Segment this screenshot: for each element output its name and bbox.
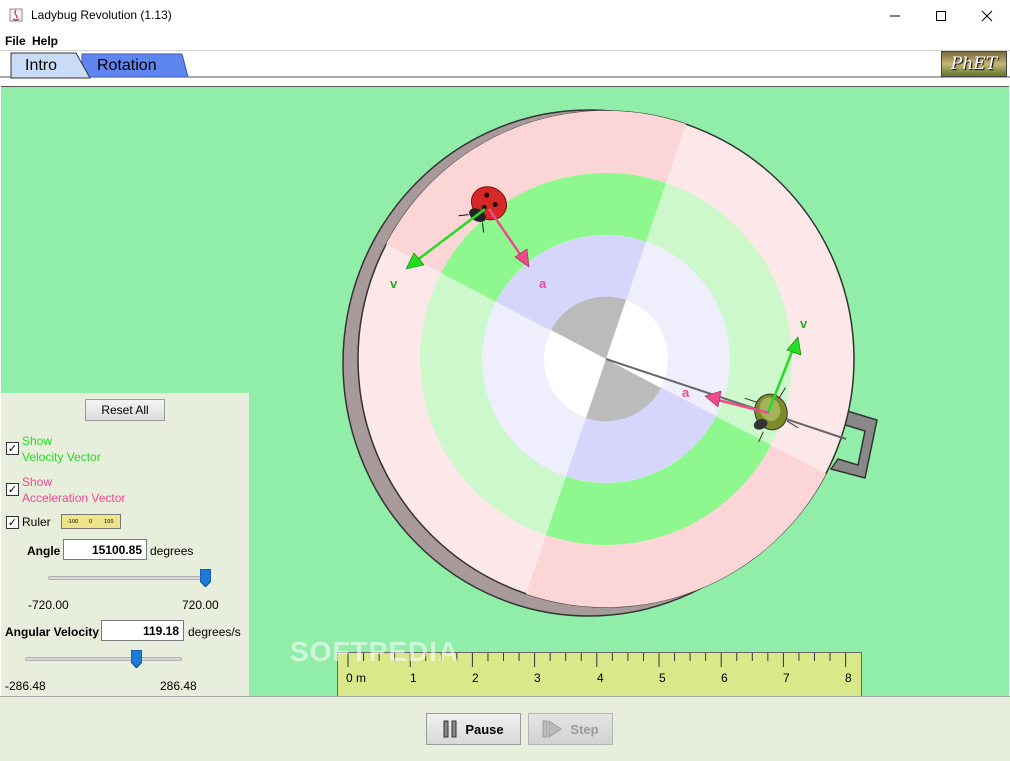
show-acceleration-label: Show Acceleration Vector <box>22 474 125 506</box>
angle-field[interactable]: 15100.85 <box>63 539 147 560</box>
ruler-icon-tick-2: 100 <box>104 519 114 525</box>
ruler-label-6: 6 <box>721 671 728 685</box>
step-label: Step <box>570 721 599 737</box>
ruler-icon-tick-0: -100 <box>67 519 79 525</box>
angular-velocity-field[interactable]: 119.18 <box>101 620 184 641</box>
playback-bar: Pause Step <box>0 696 1010 761</box>
ruler-label-1: 1 <box>410 671 417 685</box>
close-button[interactable] <box>964 0 1010 31</box>
minimize-icon <box>890 15 900 16</box>
menu-file[interactable]: File <box>5 34 26 48</box>
ruler-label-2: 2 <box>472 671 479 685</box>
pause-button[interactable]: Pause <box>426 713 521 745</box>
angular-velocity-unit: degrees/s <box>188 625 241 639</box>
ruler-label-5: 5 <box>659 671 666 685</box>
angular-velocity-min: -286.48 <box>5 679 46 693</box>
show-velocity-checkbox[interactable]: ✓ <box>6 442 19 455</box>
minimize-button[interactable] <box>872 0 918 31</box>
angle-label: Angle <box>27 544 61 558</box>
show-acceleration-line1: Show <box>22 475 53 489</box>
watermark: SOFTPEDIA <box>290 636 460 667</box>
step-icon <box>542 720 563 738</box>
title-bar: Ladybug Revolution (1.13) <box>0 0 1010 31</box>
ruler-label-8: 8 <box>845 671 852 685</box>
show-velocity-line2: Velocity Vector <box>22 450 101 464</box>
acceleration-label-beetle: a <box>682 385 690 400</box>
ruler-label-4: 4 <box>597 671 604 685</box>
control-panel: Reset All ✓ Show Velocity Vector ✓ Show … <box>1 393 249 696</box>
tab-intro[interactable]: Intro <box>25 57 57 75</box>
ruler-label-7: 7 <box>783 671 790 685</box>
angle-slider-thumb[interactable] <box>199 569 211 587</box>
menu-bar: File Help <box>0 31 1010 50</box>
ruler-icon: -100 0 100 <box>61 514 121 529</box>
angular-velocity-max: 286.48 <box>160 679 197 693</box>
show-velocity-line1: Show <box>22 434 53 448</box>
ruler-checkbox-label: Ruler <box>22 515 51 529</box>
show-acceleration-checkbox[interactable]: ✓ <box>6 483 19 496</box>
java-icon <box>9 8 23 22</box>
angle-unit: degrees <box>150 544 194 558</box>
ruler-label-0: 0 m <box>346 671 367 685</box>
acceleration-label-ladybug: a <box>539 276 547 291</box>
step-button[interactable]: Step <box>528 713 613 745</box>
tab-rotation[interactable]: Rotation <box>97 57 157 75</box>
window-title: Ladybug Revolution (1.13) <box>31 8 172 22</box>
angle-slider-track[interactable] <box>48 576 205 580</box>
angular-velocity-label: Angular Velocity <box>5 625 100 639</box>
show-velocity-label: Show Velocity Vector <box>22 433 101 465</box>
ruler-icon-tick-1: 0 <box>89 519 93 525</box>
pause-icon <box>443 720 457 738</box>
maximize-button[interactable] <box>918 0 964 31</box>
ruler-checkbox[interactable]: ✓ <box>6 516 19 529</box>
show-acceleration-line2: Acceleration Vector <box>22 491 126 505</box>
phet-logo[interactable]: PhET <box>941 51 1007 77</box>
pause-label: Pause <box>465 721 504 737</box>
maximize-icon <box>936 10 946 21</box>
ruler-label-3: 3 <box>534 671 541 685</box>
platform-disk[interactable] <box>357 110 855 608</box>
velocity-label-ladybug: v <box>390 276 398 291</box>
angular-velocity-slider-track[interactable] <box>25 657 182 661</box>
velocity-label-beetle: v <box>800 316 808 331</box>
angular-velocity-slider-thumb[interactable] <box>130 650 142 668</box>
reset-all-button[interactable]: Reset All <box>85 399 165 421</box>
close-icon <box>981 10 993 21</box>
menu-help[interactable]: Help <box>32 34 58 48</box>
angle-max: 720.00 <box>182 598 219 612</box>
angle-min: -720.00 <box>28 598 69 612</box>
